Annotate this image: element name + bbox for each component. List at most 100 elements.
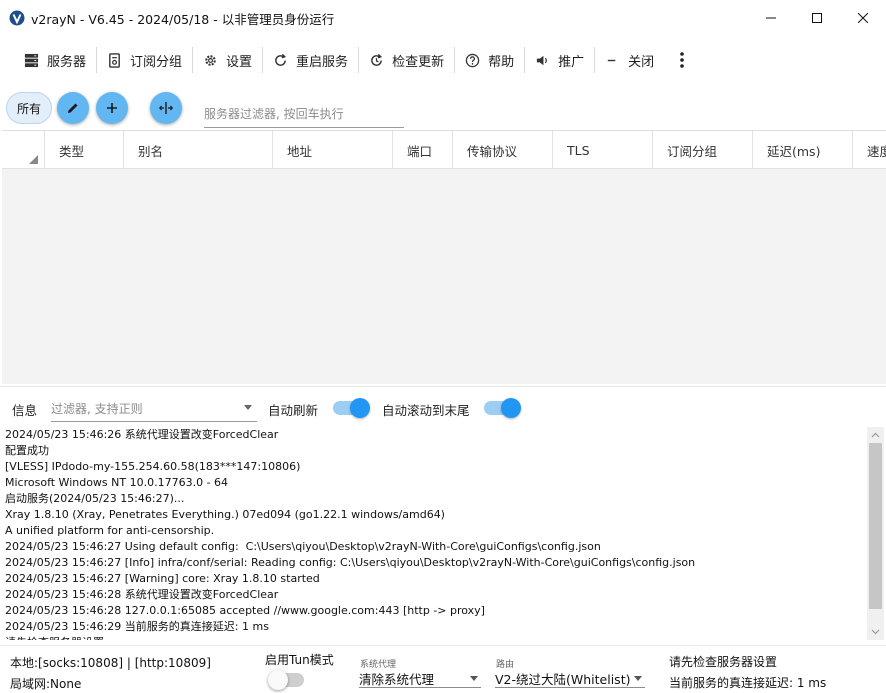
system-proxy-value: 清除系统代理: [359, 672, 435, 687]
log-line: 2024/05/23 15:46:29 当前服务的真连接延迟: 1 ms: [5, 620, 269, 633]
local-ports-text: 本地:[socks:10808] | [http:10809]: [10, 656, 211, 670]
subscription-group-button[interactable]: 订阅分组: [97, 45, 192, 75]
toggle-knob: [350, 398, 370, 418]
close-icon: [858, 13, 868, 23]
log-line: 启动服务(2024/05/23 15:46:27)...: [5, 492, 185, 505]
log-line: [VLESS] IPdodo-my-155.254.60.58(183***14…: [5, 460, 301, 473]
column-header-type[interactable]: 类型: [45, 131, 124, 169]
grid-header: 类型 别名 地址 端口 传输协议 TLS 订阅分组 延迟(ms) 速度: [2, 131, 886, 169]
info-label: 信息: [12, 403, 38, 418]
help-label: 帮助: [488, 54, 515, 70]
auto-refresh-label: 自动刷新: [268, 403, 319, 418]
dropdown-arrow-icon: [244, 405, 252, 410]
help-button[interactable]: 帮助: [455, 45, 524, 75]
lan-text: 局域网:None: [10, 677, 82, 691]
check-update-label: 检查更新: [392, 54, 445, 70]
servers-label: 服务器: [47, 54, 87, 70]
server-list-grid[interactable]: 类型 别名 地址 端口 传输协议 TLS 订阅分组 延迟(ms) 速度: [2, 130, 886, 384]
scroll-up-icon[interactable]: [871, 431, 880, 440]
column-header-speed[interactable]: 速度: [853, 131, 886, 169]
log-line: 2024/05/23 15:46:28 系统代理设置改变ForcedClear: [5, 588, 279, 601]
server-icon: [24, 53, 39, 67]
auto-scroll-label: 自动滚动到末尾: [382, 403, 470, 418]
log-line: 2024/05/23 15:46:27 [Warning] core: Xray…: [5, 572, 320, 585]
split-arrows-icon: [159, 102, 173, 114]
log-line: Microsoft Windows NT 10.0.17763.0 - 64: [5, 476, 229, 489]
main-toolbar: 服务器 订阅分组 设置 重启服务 检查更新 帮助 推广 关闭: [0, 37, 886, 83]
log-line: A unified platform for anti-censorship.: [5, 524, 215, 537]
settings-button[interactable]: 设置: [193, 45, 262, 75]
edit-server-button[interactable]: [57, 92, 89, 124]
status-bar: 本地:[socks:10808] | [http:10809] 局域网:None…: [0, 645, 886, 693]
scroll-thumb[interactable]: [869, 443, 882, 609]
minimize-icon: [766, 17, 776, 19]
scroll-down-icon[interactable]: [871, 627, 880, 636]
minus-icon: [607, 59, 616, 61]
restart-service-label: 重启服务: [296, 54, 349, 70]
log-line: 配置成功: [5, 444, 49, 457]
column-header-subscription[interactable]: 订阅分组: [653, 131, 753, 169]
status-message-line1: 请先检查服务器设置: [669, 655, 778, 669]
column-header-address[interactable]: 地址: [273, 131, 393, 169]
window-controls: [748, 0, 886, 36]
column-header-latency[interactable]: 延迟(ms): [753, 131, 853, 169]
column-header-tls[interactable]: TLS: [553, 131, 653, 169]
v2rayn-logo-icon: [9, 10, 25, 26]
promotion-button[interactable]: 推广: [525, 45, 594, 75]
update-icon: [371, 53, 383, 66]
routing-select[interactable]: V2-绕过大陆(Whitelist): [495, 666, 645, 688]
subscription-group-label: 订阅分组: [130, 54, 183, 70]
refresh-icon: [275, 53, 287, 66]
dropdown-arrow-icon: [470, 676, 478, 681]
help-icon: [465, 53, 480, 67]
log-filter-placeholder: 过滤器, 支持正则: [51, 402, 143, 416]
subscription-icon: [109, 52, 120, 68]
restart-service-button[interactable]: 重启服务: [263, 45, 358, 75]
settings-label: 设置: [226, 54, 253, 70]
log-line: 2024/05/23 15:46:26 系统代理设置改变ForcedClear: [5, 428, 279, 441]
log-panel: 信息 过滤器, 支持正则 自动刷新 自动滚动到末尾 2024/05/23 15:…: [0, 386, 886, 643]
log-line: 2024/05/23 15:46:27 Using default config…: [5, 540, 601, 553]
log-controls: 信息 过滤器, 支持正则 自动刷新 自动滚动到末尾: [0, 387, 886, 427]
column-header-port[interactable]: 端口: [393, 131, 453, 169]
add-server-button[interactable]: [96, 92, 128, 124]
pencil-icon: [68, 103, 78, 113]
window-title: v2rayN - V6.45 - 2024/05/18 - 以非管理员身份运行: [31, 11, 335, 27]
server-filter-input[interactable]: [204, 95, 404, 128]
promotion-label: 推广: [558, 54, 585, 70]
system-proxy-select[interactable]: 清除系统代理: [359, 666, 481, 688]
tun-mode-label: 启用Tun模式: [265, 653, 334, 667]
toggle-knob: [501, 398, 521, 418]
more-vertical-icon: [680, 52, 684, 68]
tun-mode-toggle[interactable]: [268, 670, 304, 690]
log-filter-combobox[interactable]: 过滤器, 支持正则: [51, 395, 257, 422]
auto-scroll-toggle[interactable]: [484, 398, 521, 418]
check-update-button[interactable]: 检查更新: [359, 45, 454, 75]
move-server-button[interactable]: [150, 92, 182, 124]
server-filter-row: 所有: [0, 87, 886, 129]
close-button[interactable]: 关闭: [595, 45, 664, 75]
close-label: 关闭: [628, 54, 655, 70]
corner-triangle-icon: [29, 155, 38, 164]
column-header-transport[interactable]: 传输协议: [453, 131, 553, 169]
more-options-button[interactable]: [670, 45, 694, 75]
servers-button[interactable]: 服务器: [14, 45, 96, 75]
log-scrollbar[interactable]: [867, 427, 884, 640]
log-output[interactable]: 2024/05/23 15:46:26 系统代理设置改变ForcedClear 配…: [5, 427, 863, 640]
log-line: 请先检查服务器设置: [5, 635, 863, 640]
all-filter-chip[interactable]: 所有: [6, 92, 52, 124]
maximize-icon: [812, 13, 822, 23]
maximize-button[interactable]: [794, 0, 840, 36]
status-message-line2: 当前服务的真连接延迟: 1 ms: [669, 676, 827, 690]
select-all-corner[interactable]: [2, 131, 45, 169]
log-line: 2024/05/23 15:46:27 [Info] infra/conf/se…: [5, 556, 696, 569]
auto-refresh-toggle[interactable]: [333, 398, 370, 418]
speaker-icon: [536, 55, 547, 65]
column-header-alias[interactable]: 别名: [124, 131, 273, 169]
close-window-button[interactable]: [840, 0, 886, 36]
minimize-button[interactable]: [748, 0, 794, 36]
toggle-knob: [268, 670, 288, 690]
title-bar: v2rayN - V6.45 - 2024/05/18 - 以非管理员身份运行: [0, 0, 886, 36]
log-line: 2024/05/23 15:46:28 127.0.0.1:65085 acce…: [5, 604, 485, 617]
plus-icon: [107, 103, 117, 113]
